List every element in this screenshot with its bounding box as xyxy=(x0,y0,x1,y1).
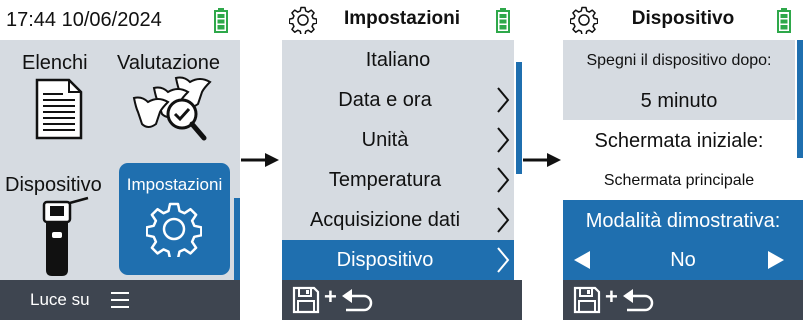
setting-demo-mode[interactable]: Modalità dimostrativa: No xyxy=(563,200,803,280)
battery-full-icon xyxy=(777,8,791,33)
handheld-reader-icon xyxy=(42,196,89,276)
tile-valutazione[interactable]: Valutazione xyxy=(117,40,240,158)
page-title: Impostazioni xyxy=(343,8,461,29)
chevron-right-icon xyxy=(497,127,510,153)
list-item-label: Dispositivo xyxy=(336,249,434,271)
cow-check-icon xyxy=(132,76,212,141)
list-item-label: Italiano xyxy=(365,49,431,71)
setting-value: 5 minuto xyxy=(640,90,718,112)
main-menu-screen: 17:44 10/06/2024 Elenchi Valutazione Dis… xyxy=(0,0,240,320)
tile-elenchi[interactable]: Elenchi xyxy=(0,40,118,158)
scrollbar[interactable] xyxy=(234,198,240,280)
list-item-language[interactable]: Italiano xyxy=(282,40,514,80)
hamburger-menu-icon[interactable] xyxy=(110,290,130,310)
setting-value: Schermata principale xyxy=(603,172,755,189)
floppy-save-icon[interactable] xyxy=(292,286,320,314)
tile-impostazioni[interactable]: Impostazioni xyxy=(119,163,230,275)
status-bar: 17:44 10/06/2024 xyxy=(0,0,240,40)
chevron-right-icon xyxy=(497,167,510,193)
setting-label: Modalità dimostrativa: xyxy=(585,210,781,232)
list-item-label: Temperatura xyxy=(328,169,442,191)
battery-full-icon xyxy=(214,8,228,33)
arrow-right-icon[interactable] xyxy=(767,250,785,270)
settings-screen: Impostazioni Italiano Data e ora Unità T… xyxy=(282,0,522,320)
document-list-icon xyxy=(35,78,83,140)
tile-label: Valutazione xyxy=(117,52,221,74)
device-screen: Dispositivo Spegni il dispositivo dopo: … xyxy=(563,0,803,320)
chevron-right-icon xyxy=(497,207,510,233)
date-time: 17:44 10/06/2024 xyxy=(6,9,162,31)
tile-label: Elenchi xyxy=(22,52,88,74)
list-item-label: Unità xyxy=(361,129,409,151)
scrollbar[interactable] xyxy=(797,40,803,158)
list-item-device[interactable]: Dispositivo xyxy=(282,240,514,280)
scrollbar[interactable] xyxy=(516,62,522,174)
tile-label: Impostazioni xyxy=(126,175,223,194)
list-item-data-acquisition[interactable]: Acquisizione dati xyxy=(282,200,514,240)
list-item-label: Data e ora xyxy=(338,89,432,111)
gear-icon xyxy=(146,202,202,257)
list-item-date-time[interactable]: Data e ora xyxy=(282,80,514,120)
menu-grid: Elenchi Valutazione Dispositivo Impostaz… xyxy=(0,40,240,280)
floppy-save-icon[interactable] xyxy=(573,286,601,314)
plus-sign: + xyxy=(324,284,337,309)
setting-shutdown[interactable]: Spegni il dispositivo dopo: 5 minuto xyxy=(563,40,795,120)
header-bar: Dispositivo xyxy=(563,0,803,40)
setting-home-screen[interactable]: Schermata iniziale: Schermata principale xyxy=(563,120,795,200)
right-arrow-icon xyxy=(241,153,279,167)
battery-full-icon xyxy=(496,8,510,33)
footer-bar: + xyxy=(563,280,803,320)
list-item-temperature[interactable]: Temperatura xyxy=(282,160,514,200)
right-arrow-icon xyxy=(523,153,561,167)
chevron-right-icon xyxy=(497,247,510,273)
header-bar: Impostazioni xyxy=(282,0,522,40)
list-item-label: Acquisizione dati xyxy=(309,209,461,231)
plus-sign: + xyxy=(605,284,618,309)
chevron-right-icon xyxy=(497,87,510,113)
light-on-label[interactable]: Luce su xyxy=(30,290,90,310)
page-title: Dispositivo xyxy=(631,8,735,29)
list-item-units[interactable]: Unità xyxy=(282,120,514,160)
footer-bar: Luce su xyxy=(0,280,240,320)
footer-bar: + xyxy=(282,280,522,320)
setting-label: Schermata iniziale: xyxy=(594,130,764,152)
tile-dispositivo[interactable]: Dispositivo xyxy=(0,160,118,280)
undo-arrow-icon[interactable] xyxy=(340,288,374,314)
setting-label: Spegni il dispositivo dopo: xyxy=(586,52,772,69)
undo-arrow-icon[interactable] xyxy=(621,288,655,314)
settings-list: Italiano Data e ora Unità Temperatura Ac… xyxy=(282,40,514,280)
